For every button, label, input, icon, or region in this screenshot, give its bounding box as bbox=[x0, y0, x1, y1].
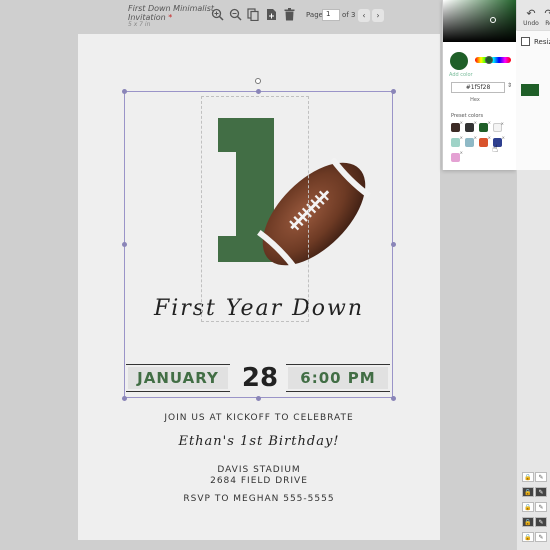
edit-icon[interactable]: ✎ bbox=[535, 532, 547, 542]
resize-handle-top-left[interactable] bbox=[122, 89, 127, 94]
resize-handle-top[interactable] bbox=[256, 89, 261, 94]
edit-icon[interactable]: ✎ bbox=[535, 517, 547, 527]
layer-row[interactable]: 🔒 ✎ bbox=[519, 472, 550, 483]
layer-row[interactable]: 🔒 ✎ bbox=[519, 502, 550, 513]
redo-icon: ↷ bbox=[544, 7, 550, 20]
next-page-button[interactable]: › bbox=[372, 9, 384, 22]
preset-color-swatch[interactable]: × bbox=[451, 150, 463, 162]
resize-handle-top-right[interactable] bbox=[391, 89, 396, 94]
redo-label: Re bbox=[545, 20, 550, 27]
properties-panel bbox=[516, 30, 550, 170]
remove-preset-icon[interactable]: × bbox=[474, 135, 477, 140]
page-count: of 3 bbox=[342, 11, 356, 19]
prev-page-button[interactable]: ‹ bbox=[358, 9, 370, 22]
hand-cursor-icon: ☝ bbox=[492, 144, 499, 155]
lock-icon[interactable]: 🔒 bbox=[522, 502, 534, 512]
preset-color-swatch[interactable]: × bbox=[479, 135, 491, 147]
color-picker-panel: Add color #1f5f28 ⇕ Hex Preset colors × ×… bbox=[442, 0, 517, 170]
add-page-icon[interactable] bbox=[264, 8, 278, 22]
edit-icon[interactable]: ✎ bbox=[535, 472, 547, 482]
undo-icon: ↶ bbox=[526, 7, 536, 20]
add-color-link[interactable]: Add color bbox=[449, 72, 473, 78]
preset-color-swatch[interactable]: × bbox=[493, 121, 504, 132]
lock-icon[interactable]: 🔒 bbox=[522, 472, 534, 482]
zoom-in-icon[interactable] bbox=[210, 8, 224, 22]
hex-input[interactable]: #1f5f28 bbox=[451, 82, 505, 93]
rotate-handle[interactable] bbox=[255, 78, 261, 84]
document-toolbar: First Down Minimalist Invitation * 5 x 7… bbox=[0, 0, 442, 32]
resize-handle-bottom[interactable] bbox=[256, 396, 261, 401]
layer-row[interactable]: 🔒 ✎ bbox=[519, 517, 550, 528]
document-title-line1: First Down Minimalist bbox=[128, 4, 215, 13]
remove-preset-icon[interactable]: × bbox=[488, 120, 491, 125]
remove-preset-icon[interactable]: × bbox=[502, 135, 505, 140]
preset-colors-label: Preset colors bbox=[451, 113, 484, 119]
remove-preset-icon[interactable]: × bbox=[460, 120, 463, 125]
lock-icon[interactable]: 🔒 bbox=[522, 517, 534, 527]
layer-row[interactable]: 🔒 ✎ bbox=[519, 487, 550, 498]
preset-color-swatch[interactable]: × bbox=[465, 120, 477, 132]
resize-handle-right[interactable] bbox=[391, 242, 396, 247]
document-title[interactable]: First Down Minimalist Invitation * bbox=[128, 4, 214, 22]
remove-preset-icon[interactable]: × bbox=[488, 135, 491, 140]
edit-icon[interactable]: ✎ bbox=[535, 502, 547, 512]
hex-format-toggle[interactable]: ⇕ bbox=[507, 82, 512, 89]
address-line[interactable]: 2684 FIELD DRIVE bbox=[78, 476, 440, 486]
rsvp-line[interactable]: RSVP TO MEGHAN 555-5555 bbox=[78, 494, 440, 504]
fill-color-swatch[interactable] bbox=[521, 84, 539, 96]
resize-checkbox[interactable] bbox=[521, 37, 530, 46]
current-color-swatch bbox=[450, 52, 468, 70]
lock-icon[interactable]: 🔒 bbox=[522, 487, 534, 497]
preset-color-swatch[interactable]: × bbox=[451, 135, 463, 147]
hue-slider[interactable] bbox=[475, 57, 511, 63]
birthday-script[interactable]: Ethan's 1st Birthday! bbox=[78, 434, 440, 449]
resize-handle-bottom-left[interactable] bbox=[122, 396, 127, 401]
inner-guide-box bbox=[201, 96, 309, 322]
resize-handle-bottom-right[interactable] bbox=[391, 396, 396, 401]
remove-preset-icon[interactable]: × bbox=[501, 121, 504, 126]
preset-color-swatch[interactable]: × bbox=[479, 120, 491, 132]
preset-color-swatch[interactable]: × bbox=[465, 135, 477, 147]
copy-icon[interactable] bbox=[246, 8, 260, 22]
document-size: 5 x 7 in bbox=[128, 21, 151, 28]
page-label: Page bbox=[306, 11, 323, 19]
unsaved-marker: * bbox=[168, 13, 173, 22]
saturation-gradient[interactable] bbox=[443, 0, 517, 42]
remove-preset-icon[interactable]: × bbox=[474, 120, 477, 125]
redo-button[interactable]: ↷ Re bbox=[540, 7, 550, 28]
gradient-cursor[interactable] bbox=[490, 17, 496, 23]
hue-slider-knob[interactable] bbox=[485, 56, 493, 64]
edit-icon[interactable]: ✎ bbox=[535, 487, 547, 497]
undo-button[interactable]: ↶ Undo bbox=[522, 7, 540, 28]
page-number-input[interactable]: 1 bbox=[322, 9, 340, 21]
join-line[interactable]: JOIN US AT KICKOFF TO CELEBRATE bbox=[78, 413, 440, 423]
preset-color-swatch[interactable]: × bbox=[451, 120, 463, 132]
undo-label: Undo bbox=[523, 20, 539, 27]
lock-icon[interactable]: 🔒 bbox=[522, 532, 534, 542]
trash-icon[interactable] bbox=[282, 8, 296, 22]
remove-preset-icon[interactable]: × bbox=[460, 135, 463, 140]
venue-line[interactable]: DAVIS STADIUM bbox=[78, 465, 440, 475]
layer-row[interactable]: 🔒 ✎ bbox=[519, 532, 550, 543]
remove-preset-icon[interactable]: × bbox=[460, 150, 463, 155]
zoom-out-icon[interactable] bbox=[228, 8, 242, 22]
hex-caption: Hex bbox=[470, 97, 480, 103]
resize-label: Resiz bbox=[534, 38, 550, 46]
resize-handle-left[interactable] bbox=[122, 242, 127, 247]
